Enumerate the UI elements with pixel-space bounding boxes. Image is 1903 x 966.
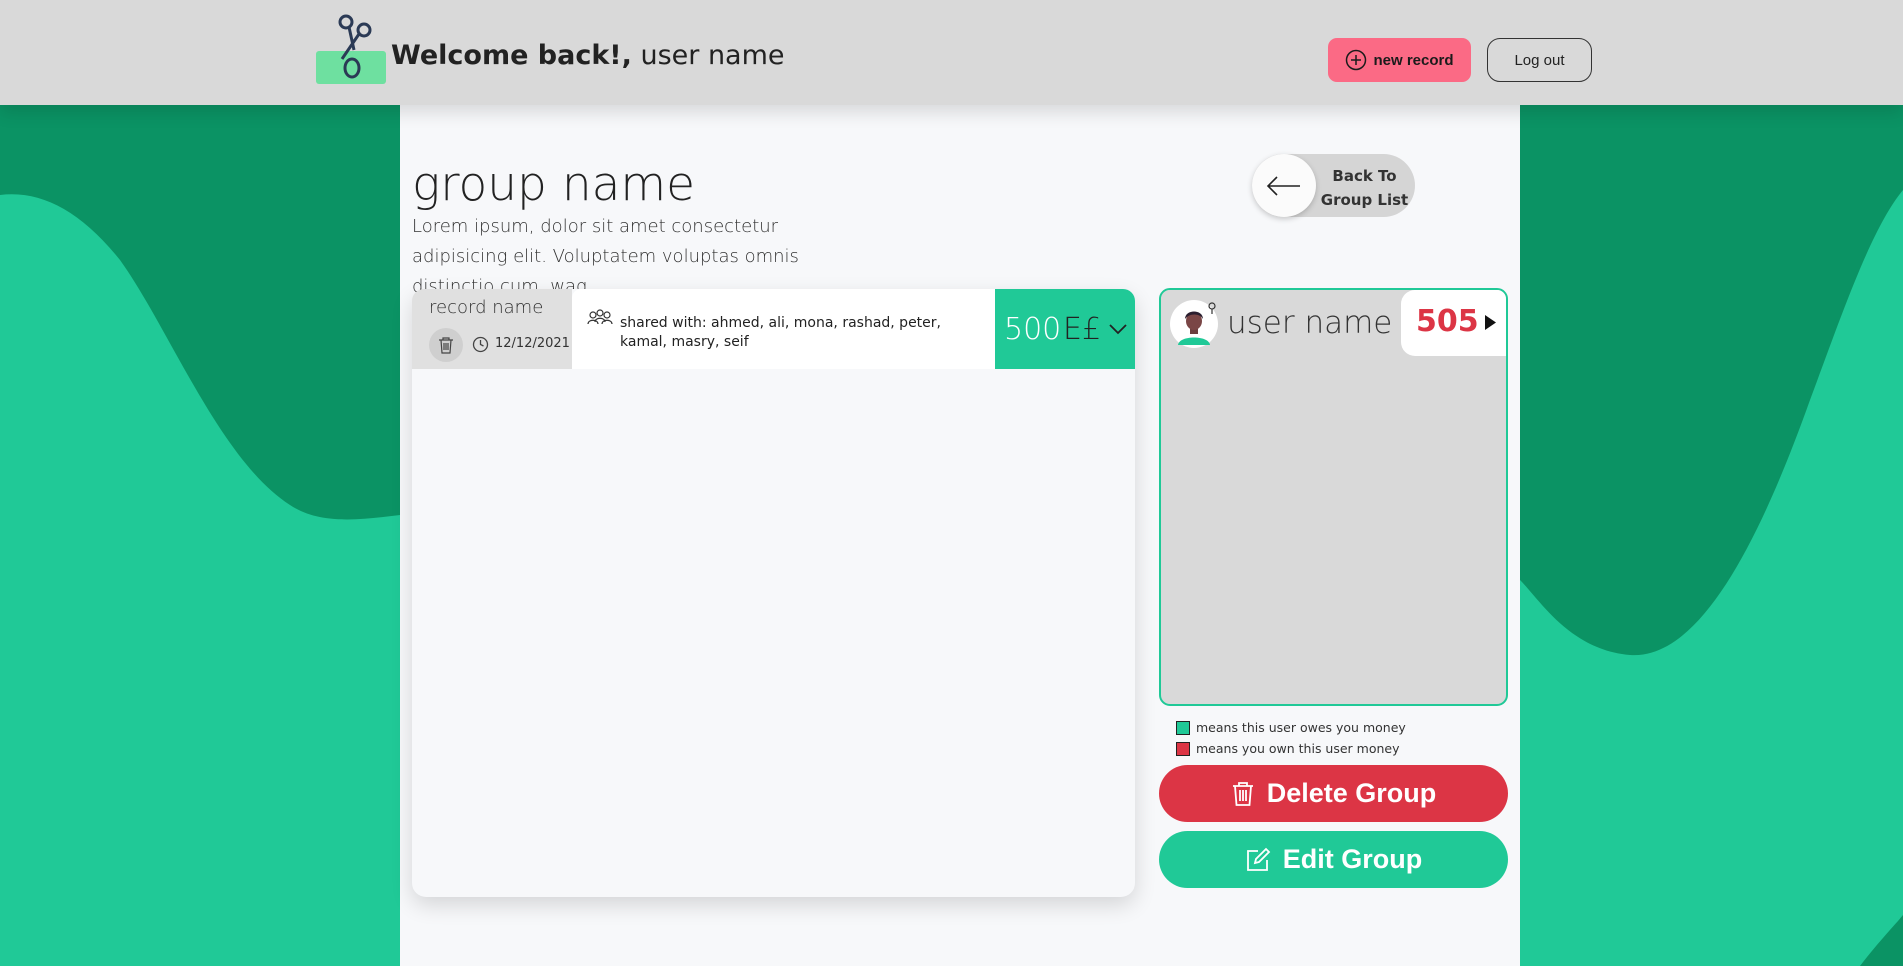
delete-group-button[interactable]: Delete Group: [1159, 765, 1508, 822]
trash-icon: [1232, 782, 1253, 806]
back-arrow-circle[interactable]: [1252, 154, 1316, 217]
chevron-down-icon[interactable]: [1108, 321, 1128, 337]
new-record-button[interactable]: new record: [1328, 38, 1471, 82]
new-record-label: new record: [1373, 51, 1454, 69]
member-balance-value: 505: [1416, 304, 1479, 339]
legend-you-owe: means you own this user money: [1176, 738, 1406, 759]
member-balance[interactable]: 505: [1401, 290, 1506, 356]
record-info: record name 12/12/2021: [412, 289, 572, 369]
welcome-greeting: Welcome back!,: [391, 40, 632, 71]
record-amount[interactable]: 500 E£: [995, 289, 1135, 369]
header-user-name: user name: [640, 40, 785, 71]
edit-group-button[interactable]: Edit Group: [1159, 831, 1508, 888]
clock-icon: [472, 336, 489, 353]
legend-owes-you: means this user owes you money: [1176, 717, 1406, 738]
legend-you-owe-label: means you own this user money: [1196, 741, 1400, 756]
delete-group-label: Delete Group: [1266, 778, 1437, 808]
record-currency: E£: [1063, 312, 1102, 347]
main-panel: group name Lorem ipsum, dolor sit amet c…: [400, 105, 1520, 966]
record-amount-value: 500: [1004, 312, 1062, 347]
back-to-group-list-label: Back To Group List: [1318, 164, 1411, 212]
user-avatar-icon: [1170, 300, 1218, 348]
people-group-icon: [587, 309, 613, 325]
welcome-message: Welcome back!, user name: [391, 40, 785, 71]
arrow-left-icon: [1266, 175, 1300, 196]
back-label-line1: Back To: [1332, 167, 1397, 185]
red-swatch: [1176, 741, 1190, 756]
top-header: Welcome back!, user name new record Log …: [0, 0, 1903, 105]
members-list: user name 505: [1159, 288, 1508, 706]
plus-circle-icon: [1346, 49, 1367, 71]
delete-record-button[interactable]: [429, 328, 463, 362]
member-name: user name: [1227, 305, 1393, 341]
logout-button[interactable]: Log out: [1487, 38, 1592, 82]
record-shared-section: shared with: ahmed, ali, mona, rashad, p…: [572, 289, 995, 369]
record-name: record name: [429, 297, 544, 318]
record-shared-with: shared with: ahmed, ali, mona, rashad, p…: [620, 315, 941, 350]
back-to-group-list-button[interactable]: Back To Group List: [1252, 154, 1415, 217]
scissors-logo-icon: [316, 14, 386, 84]
edit-group-label: Edit Group: [1282, 844, 1423, 874]
green-swatch: [1176, 720, 1190, 735]
legend-owes-you-label: means this user owes you money: [1196, 720, 1406, 735]
record-date: 12/12/2021: [495, 336, 570, 351]
triangle-right-icon: [1485, 315, 1496, 330]
page-title: group name: [412, 157, 696, 212]
trash-icon: [439, 337, 453, 354]
record-item[interactable]: record name 12/12/2021 shared with: ahme…: [412, 289, 1135, 369]
edit-icon: [1246, 847, 1271, 871]
records-list: record name 12/12/2021 shared with: ahme…: [412, 289, 1135, 897]
back-label-line2: Group List: [1320, 191, 1409, 209]
member-item[interactable]: user name 505: [1161, 290, 1506, 356]
balance-legend: means this user owes you money means you…: [1176, 717, 1406, 759]
